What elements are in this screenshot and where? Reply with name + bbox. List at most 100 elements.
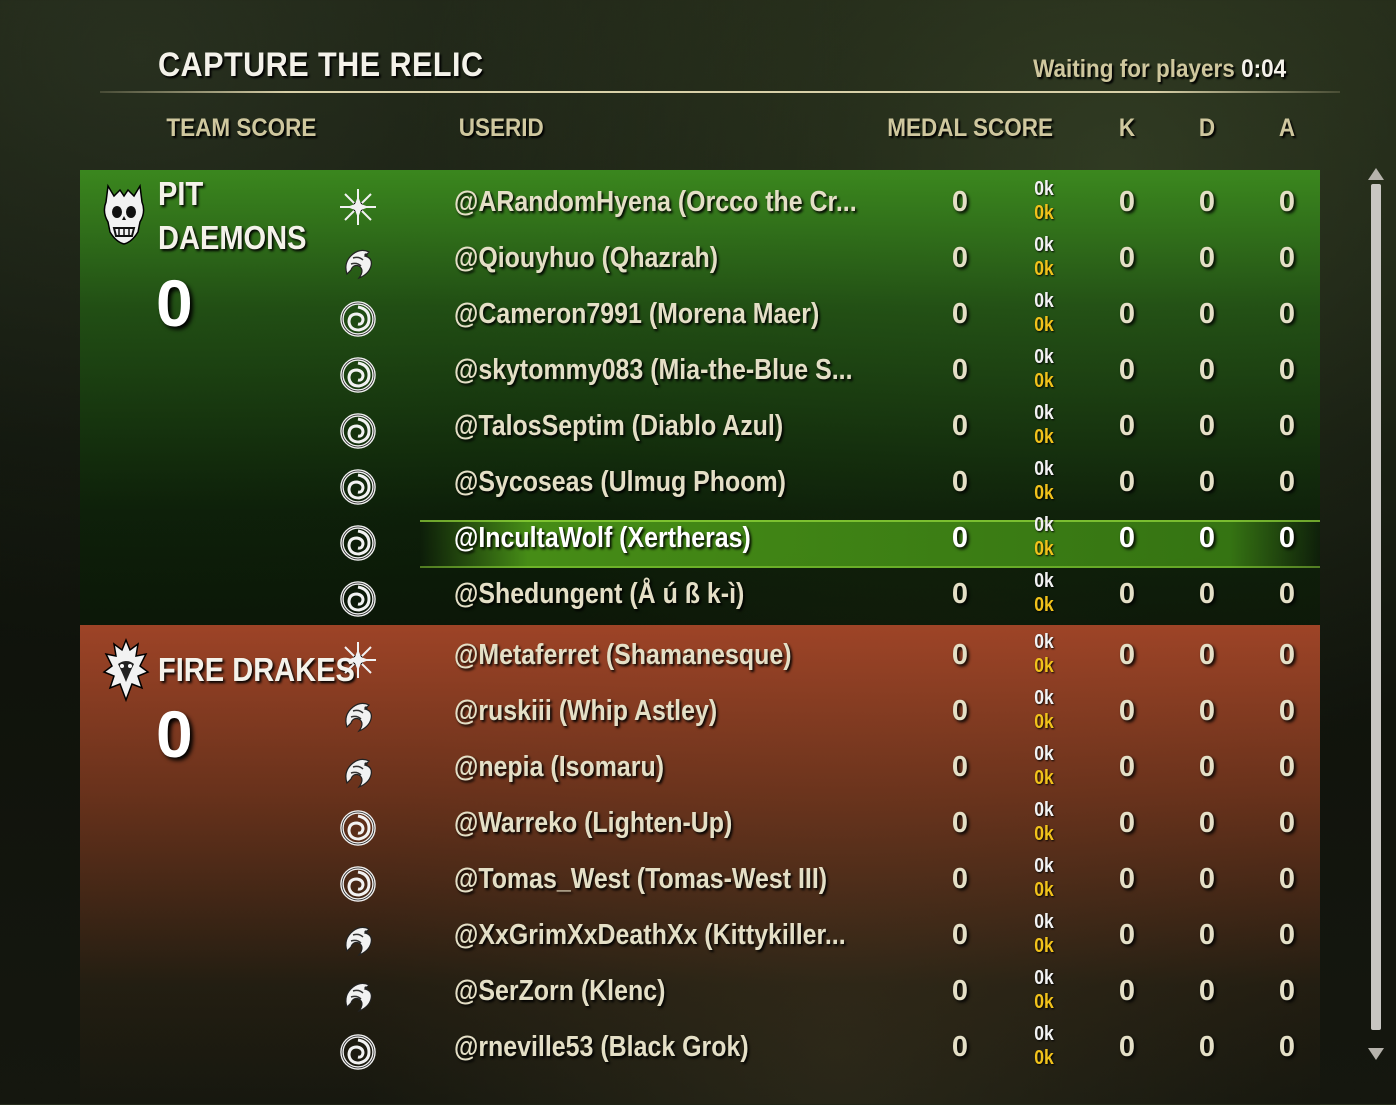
healing-stat: 0k xyxy=(1034,655,1054,677)
vortex-icon xyxy=(339,468,377,506)
player-userid[interactable]: @Tomas_West (Tomas-West III) xyxy=(454,863,827,896)
table-row[interactable]: @XxGrimXxDeathXx (Kittykiller... 0 0k 0k 0 0 0 xyxy=(0,911,1396,973)
dragon-swirl-icon xyxy=(339,921,377,959)
table-row[interactable]: @TalosSeptim (Diablo Azul) 0 0k 0k 0 0 0 xyxy=(0,402,1396,464)
player-userid[interactable]: @nepia (Isomaru) xyxy=(454,751,664,784)
player-userid[interactable]: @skytommy083 (Mia-the-Blue S... xyxy=(454,354,853,387)
healing-stat: 0k xyxy=(1034,314,1054,336)
damage-stat: 0k xyxy=(1034,743,1054,765)
scroll-down-arrow-icon[interactable] xyxy=(1368,1048,1384,1060)
damage-stat: 0k xyxy=(1034,631,1054,653)
healing-stat: 0k xyxy=(1034,538,1054,560)
healing-stat: 0k xyxy=(1034,594,1054,616)
healing-stat: 0k xyxy=(1034,370,1054,392)
waiting-label: Waiting for players xyxy=(1033,55,1235,83)
star-burst-icon xyxy=(339,188,377,226)
player-userid[interactable]: @Shedungent (Å ú ß k-ì) xyxy=(454,578,744,611)
player-userid[interactable]: @IncultaWolf (Xertheras) xyxy=(454,522,751,555)
assists-value: 0 xyxy=(1278,578,1296,610)
player-userid[interactable]: @Sycoseas (Ulmug Phoom) xyxy=(454,466,786,499)
assists-value: 0 xyxy=(1278,807,1296,839)
assists-value: 0 xyxy=(1278,522,1296,554)
damage-stat: 0k xyxy=(1034,570,1054,592)
table-row[interactable]: @Qiouyhuo (Qhazrah) 0 0k 0k 0 0 0 xyxy=(0,234,1396,296)
col-deaths[interactable]: D xyxy=(1199,114,1215,143)
dragon-swirl-icon xyxy=(339,697,377,735)
col-kills[interactable]: K xyxy=(1119,114,1135,143)
scrollbar[interactable] xyxy=(1368,168,1384,1068)
player-userid[interactable]: @Cameron7991 (Morena Maer) xyxy=(454,298,819,331)
damage-stat: 0k xyxy=(1034,514,1054,536)
vortex-icon xyxy=(339,580,377,618)
medal-score: 0 xyxy=(951,863,969,895)
player-userid[interactable]: @ruskiii (Whip Astley) xyxy=(454,695,717,728)
player-userid[interactable]: @Metaferret (Shamanesque) xyxy=(454,639,792,672)
assists-value: 0 xyxy=(1278,186,1296,218)
damage-stat: 0k xyxy=(1034,402,1054,424)
healing-stat: 0k xyxy=(1034,935,1054,957)
healing-stat: 0k xyxy=(1034,426,1054,448)
kills-value: 0 xyxy=(1118,354,1136,386)
medal-score: 0 xyxy=(951,695,969,727)
deaths-value: 0 xyxy=(1198,919,1216,951)
damage-stat: 0k xyxy=(1034,234,1054,256)
deaths-value: 0 xyxy=(1198,578,1216,610)
kills-value: 0 xyxy=(1118,863,1136,895)
player-userid[interactable]: @ARandomHyena (Orcco the Cr... xyxy=(454,186,857,219)
deaths-value: 0 xyxy=(1198,466,1216,498)
damage-stat: 0k xyxy=(1034,346,1054,368)
medal-score: 0 xyxy=(951,639,969,671)
page-title: CAPTURE THE RELIC xyxy=(158,46,484,84)
table-row[interactable]: @skytommy083 (Mia-the-Blue S... 0 0k 0k 0 0 0 xyxy=(0,346,1396,408)
table-row[interactable]: @Metaferret (Shamanesque) 0 0k 0k 0 0 0 xyxy=(0,631,1396,693)
dragon-swirl-icon xyxy=(339,753,377,791)
kills-value: 0 xyxy=(1118,242,1136,274)
col-team-score[interactable]: TEAM SCORE xyxy=(166,114,316,143)
damage-stat: 0k xyxy=(1034,967,1054,989)
table-row[interactable]: @ruskiii (Whip Astley) 0 0k 0k 0 0 0 xyxy=(0,687,1396,749)
col-assists[interactable]: A xyxy=(1279,114,1295,143)
table-row[interactable]: @Tomas_West (Tomas-West III) 0 0k 0k 0 0 0 xyxy=(0,855,1396,917)
medal-score: 0 xyxy=(951,410,969,442)
kills-value: 0 xyxy=(1118,807,1136,839)
medal-score: 0 xyxy=(951,1031,969,1063)
deaths-value: 0 xyxy=(1198,242,1216,274)
player-userid[interactable]: @SerZorn (Klenc) xyxy=(454,975,665,1008)
assists-value: 0 xyxy=(1278,466,1296,498)
damage-stat: 0k xyxy=(1034,290,1054,312)
kills-value: 0 xyxy=(1118,751,1136,783)
table-row-self[interactable]: @IncultaWolf (Xertheras) 0 0k 0k 0 0 0 xyxy=(0,514,1396,576)
player-userid[interactable]: @XxGrimXxDeathXx (Kittykiller... xyxy=(454,919,846,952)
table-row[interactable]: @Cameron7991 (Morena Maer) 0 0k 0k 0 0 0 xyxy=(0,290,1396,352)
table-row[interactable]: @nepia (Isomaru) 0 0k 0k 0 0 0 xyxy=(0,743,1396,805)
healing-stat: 0k xyxy=(1034,482,1054,504)
damage-stat: 0k xyxy=(1034,458,1054,480)
dragon-swirl-icon xyxy=(339,977,377,1015)
star-burst-icon xyxy=(339,641,377,679)
deaths-value: 0 xyxy=(1198,975,1216,1007)
col-userid[interactable]: USERID xyxy=(459,114,544,143)
healing-stat: 0k xyxy=(1034,202,1054,224)
scroll-thumb[interactable] xyxy=(1371,184,1381,1030)
table-row[interactable]: @Shedungent (Å ú ß k-ì) 0 0k 0k 0 0 0 xyxy=(0,570,1396,632)
player-userid[interactable]: @rneville53 (Black Grok) xyxy=(454,1031,749,1064)
player-userid[interactable]: @Qiouyhuo (Qhazrah) xyxy=(454,242,718,275)
medal-score: 0 xyxy=(951,751,969,783)
table-row[interactable]: @SerZorn (Klenc) 0 0k 0k 0 0 0 xyxy=(0,967,1396,1029)
scroll-up-arrow-icon[interactable] xyxy=(1368,168,1384,180)
vortex-icon xyxy=(339,412,377,450)
kills-value: 0 xyxy=(1118,466,1136,498)
col-medal-score[interactable]: MEDAL SCORE xyxy=(887,114,1053,143)
table-row[interactable]: @rneville53 (Black Grok) 0 0k 0k 0 0 0 xyxy=(0,1023,1396,1085)
table-row[interactable]: @ARandomHyena (Orcco the Cr... 0 0k 0k 0 0 0 xyxy=(0,178,1396,240)
kills-value: 0 xyxy=(1118,975,1136,1007)
deaths-value: 0 xyxy=(1198,807,1216,839)
player-userid[interactable]: @Warreko (Lighten-Up) xyxy=(454,807,732,840)
player-userid[interactable]: @TalosSeptim (Diablo Azul) xyxy=(454,410,783,443)
medal-score: 0 xyxy=(951,522,969,554)
table-row[interactable]: @Sycoseas (Ulmug Phoom) 0 0k 0k 0 0 0 xyxy=(0,458,1396,520)
header-divider xyxy=(100,91,1340,93)
assists-value: 0 xyxy=(1278,639,1296,671)
healing-stat: 0k xyxy=(1034,711,1054,733)
table-row[interactable]: @Warreko (Lighten-Up) 0 0k 0k 0 0 0 xyxy=(0,799,1396,861)
